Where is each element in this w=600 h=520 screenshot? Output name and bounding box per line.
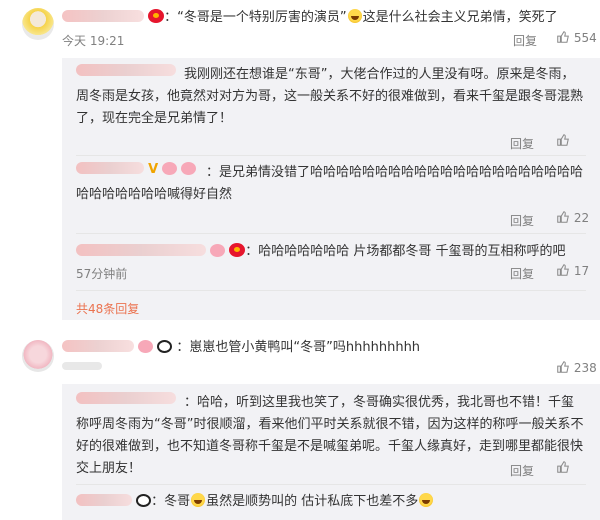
comment-text: ：崽崽也管小黄鸭叫“冬哥”吗hhhhhhhhh <box>176 340 421 355</box>
reply-button[interactable]: 回复 <box>513 32 537 49</box>
replier-name[interactable] <box>76 494 132 506</box>
more-replies-link[interactable]: 共48条回复 <box>76 300 139 317</box>
reply-text: ：哈哈哈哈哈哈哈 片场都都冬哥 千玺哥的互相称呼的吧 <box>245 244 566 259</box>
like-count: 22 <box>573 211 590 225</box>
like-button[interactable] <box>556 460 570 475</box>
divider <box>76 155 586 156</box>
reply-button[interactable]: 回复 <box>510 135 534 152</box>
like-button[interactable]: 17 <box>556 263 589 278</box>
reply-text: 我刚刚还在想谁是“东哥”，大佬合作过的人里没有呀。原来是冬雨，周冬雨是女孩，他竟… <box>76 67 584 126</box>
like-button[interactable]: 554 <box>556 30 597 45</box>
thumb-up-icon <box>557 211 569 223</box>
reply-text-a: ：冬哥 <box>151 494 191 509</box>
comment-line: ：崽崽也管小黄鸭叫“冬哥”吗hhhhhhhhh <box>62 338 532 358</box>
commenter-name[interactable] <box>62 340 134 352</box>
comment-time: 今天 19:21 <box>62 34 125 48</box>
like-count: 238 <box>573 361 597 375</box>
commenter-avatar[interactable] <box>22 340 54 372</box>
reply-text-b: 虽然是顺势叫的 估计私底下也差不多 <box>206 494 419 509</box>
like-button[interactable] <box>556 133 570 148</box>
thumb-up-icon <box>557 134 569 146</box>
thumb-up-icon <box>557 461 569 473</box>
panda-emoji-icon <box>157 340 173 353</box>
commenter-name[interactable] <box>62 10 144 22</box>
reply-time: 57分钟前 <box>76 267 128 281</box>
reply-text: ：是兄弟情没错了哈哈哈哈哈哈哈哈哈哈哈哈哈哈哈哈哈哈哈哈哈哈哈哈哈哈哈哈喊得好自… <box>76 165 584 202</box>
reply-button[interactable]: 回复 <box>510 212 534 229</box>
laugh-emoji-icon <box>419 493 434 507</box>
pig-emoji-icon <box>210 244 226 257</box>
reply-item: ：冬哥 虽然是顺势叫的 估计私底下也差不多 <box>76 490 586 509</box>
comment-meta-placeholder <box>62 362 122 370</box>
laugh-emoji-icon <box>191 493 206 507</box>
divider <box>76 484 586 485</box>
like-button[interactable]: 22 <box>556 210 589 225</box>
thumb-up-icon <box>557 31 569 43</box>
reply-button[interactable]: 回复 <box>510 462 534 479</box>
reply-item: ：哈哈哈哈哈哈哈 片场都都冬哥 千玺哥的互相称呼的吧 <box>76 240 586 259</box>
comment-text-a: ：“冬哥是一个特别厉害的演员” <box>164 10 347 25</box>
like-button[interactable]: 238 <box>556 360 597 375</box>
replier-name[interactable] <box>76 244 206 256</box>
divider <box>76 233 586 234</box>
like-count: 554 <box>573 31 597 45</box>
weibo-logo-icon <box>148 9 165 23</box>
thumb-up-icon <box>557 361 569 373</box>
reply-button[interactable]: 回复 <box>510 265 534 282</box>
weibo-logo-icon <box>229 243 246 257</box>
pig-emoji-icon <box>138 340 154 353</box>
divider <box>76 290 586 291</box>
panda-emoji-icon <box>136 494 152 507</box>
like-count: 17 <box>573 264 590 278</box>
comment-text-b: 这是什么社会主义兄弟情，笑死了 <box>362 10 558 25</box>
thumb-up-icon <box>557 264 569 276</box>
comment-line: ：“冬哥是一个特别厉害的演员” 这是什么社会主义兄弟情，笑死了 <box>62 8 582 28</box>
laugh-emoji-icon <box>347 9 362 23</box>
commenter-avatar[interactable] <box>22 8 54 40</box>
